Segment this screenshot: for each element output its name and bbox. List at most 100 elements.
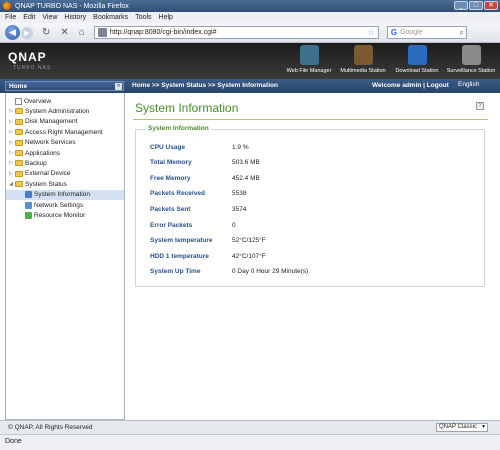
page-icon (15, 97, 22, 105)
app-web-file-manager[interactable]: Web File Manager (286, 45, 332, 74)
app-label: Multimedia Station (340, 68, 386, 74)
bookmark-star-icon[interactable]: ☆ (368, 28, 375, 37)
welcome-logout[interactable]: Welcome admin | Logout (372, 82, 449, 89)
sidebar-item-disk-management[interactable]: ▷ Disk Management (6, 117, 124, 127)
page-title: System Information (135, 101, 239, 115)
sidebar-item-label: Network Settings (34, 201, 84, 209)
expand-toggle-icon[interactable]: ◢ (8, 181, 14, 187)
back-button[interactable]: ◀ (5, 25, 20, 40)
title-divider (133, 119, 488, 120)
info-value: 1.9 % (232, 143, 249, 151)
sidebar-item-label: System Administration (25, 107, 90, 115)
menu-history[interactable]: History (64, 14, 86, 21)
expand-toggle-icon[interactable]: ▷ (8, 160, 14, 166)
status-text: Done (5, 438, 22, 445)
sidebar-item-system-information[interactable]: System Information (6, 189, 124, 200)
info-value: 503.6 MB (232, 159, 260, 167)
info-row: HDD 1 temperature 42°C/107°F (150, 251, 266, 261)
sidebar-item-resource-monitor[interactable]: Resource Monitor (6, 210, 124, 220)
sidebar-item-system-administration[interactable]: ▷ System Administration (6, 106, 124, 116)
stop-icon[interactable]: ✕ (60, 27, 68, 38)
folder-icon (15, 150, 23, 156)
app-multimedia-station[interactable]: Multimedia Station (340, 45, 386, 74)
qnap-header: QNAP TURBO NAS Web File Manager Multimedi… (0, 43, 500, 79)
app-label: Surveillance Station (446, 68, 496, 74)
navigation-toolbar: ◀ ▶ ↻ ✕ ⌂ http://qnap:8080/cgi-bin/index… (0, 23, 500, 43)
surveillance-station-icon (461, 45, 481, 65)
footer: © QNAP, All Rights Reserved QNAP Classic… (0, 420, 500, 434)
theme-value: QNAP Classic (439, 424, 477, 430)
home-icon[interactable]: ⌂ (79, 27, 85, 38)
sidebar-item-external-device[interactable]: ▷ External Device (6, 169, 124, 179)
breadcrumb: Home >> System Status >> System Informat… (132, 82, 278, 89)
app-download-station[interactable]: Download Station (394, 45, 440, 74)
search-icon[interactable]: ⌕ (459, 28, 463, 38)
menu-help[interactable]: Help (159, 14, 173, 21)
info-value: 5538 (232, 190, 247, 198)
node-icon (25, 201, 32, 209)
sidebar-item-label: System Status (25, 180, 67, 188)
title-bar: QNAP TURBO NAS - Mozilla Firefox _ □ ✕ (0, 0, 500, 12)
firefox-icon (3, 2, 11, 10)
address-bar[interactable]: http://qnap:8080/cgi-bin/index.cgi# ☆ (93, 26, 379, 39)
node-icon (25, 211, 32, 219)
sidebar-item-overview[interactable]: Overview (6, 96, 124, 106)
sidebar-item-access-right-management[interactable]: ▷ Access Right Management (6, 127, 124, 137)
menu-bar: File Edit View History Bookmarks Tools H… (0, 12, 500, 23)
collapse-icon[interactable]: « (115, 83, 122, 90)
info-key: Packets Received (150, 190, 205, 198)
google-icon: G (390, 28, 398, 37)
language-select[interactable]: English (458, 81, 479, 88)
sidebar-tree: Overview ▷ System Administration ▷ Disk Mana… (5, 93, 125, 420)
minimize-button[interactable]: _ (454, 1, 468, 10)
info-value: 0 (232, 221, 236, 229)
menu-view[interactable]: View (42, 14, 57, 21)
expand-toggle-icon[interactable]: ▷ (8, 119, 14, 125)
download-station-icon (407, 45, 427, 65)
info-key: System temperature (150, 237, 213, 245)
sidebar-item-label: Overview (24, 97, 52, 105)
expand-toggle-icon[interactable]: ▷ (8, 140, 14, 146)
folder-icon (15, 129, 23, 136)
sidebar-item-label: Backup (25, 159, 47, 167)
expand-toggle-icon[interactable]: ▷ (8, 150, 14, 156)
sidebar-item-system-status[interactable]: ◢ System Status (6, 179, 124, 189)
sidebar-item-label: Access Right Management (25, 128, 103, 136)
menu-bookmarks[interactable]: Bookmarks (93, 14, 128, 21)
copyright: © QNAP, All Rights Reserved (8, 424, 93, 431)
info-row: Total Memory 503.6 MB (150, 158, 260, 168)
chevron-down-icon: ▼ (481, 424, 486, 430)
forward-button[interactable]: ▶ (21, 26, 33, 39)
help-icon[interactable]: ? (476, 102, 484, 110)
menu-tools[interactable]: Tools (135, 14, 151, 21)
info-key: Total Memory (150, 159, 192, 167)
expand-toggle-icon[interactable]: ▷ (8, 171, 14, 177)
window-title: QNAP TURBO NAS - Mozilla Firefox (15, 2, 129, 10)
app-surveillance-station[interactable]: Surveillance Station (446, 45, 496, 74)
info-row: Packets Received 5538 (150, 189, 246, 199)
sidebar-item-backup[interactable]: ▷ Backup (6, 158, 124, 168)
info-row: Free Memory 452.4 MB (150, 173, 260, 183)
close-button[interactable]: ✕ (484, 1, 498, 10)
sidebar-item-network-settings[interactable]: Network Settings (6, 200, 124, 210)
home-panel-header[interactable]: Home « (5, 81, 124, 91)
menu-file[interactable]: File (5, 14, 16, 21)
search-input[interactable]: G Google ⌕ (386, 26, 467, 39)
info-key: Free Memory (150, 174, 191, 182)
info-key: HDD 1 temperature (150, 252, 209, 260)
info-key: Error Packets (150, 221, 193, 229)
theme-select[interactable]: QNAP Classic ▼ (436, 423, 488, 432)
qnap-logo-subtitle: TURBO NAS (13, 65, 52, 71)
menu-edit[interactable]: Edit (23, 14, 35, 21)
expand-toggle-icon[interactable]: ▷ (8, 129, 14, 135)
site-icon (97, 28, 107, 37)
app-label: Download Station (395, 68, 439, 74)
reload-icon[interactable]: ↻ (42, 27, 50, 38)
sidebar-item-applications[interactable]: ▷ Applications (6, 148, 124, 158)
info-key: Packets Sent (150, 205, 191, 213)
expand-toggle-icon[interactable]: ▷ (8, 108, 14, 114)
maximize-button[interactable]: □ (469, 1, 483, 10)
folder-icon (15, 181, 23, 188)
sidebar-item-network-services[interactable]: ▷ Network Services (6, 138, 124, 148)
info-value: 0 Day 0 Hour 29 Minute(s) (232, 268, 309, 276)
